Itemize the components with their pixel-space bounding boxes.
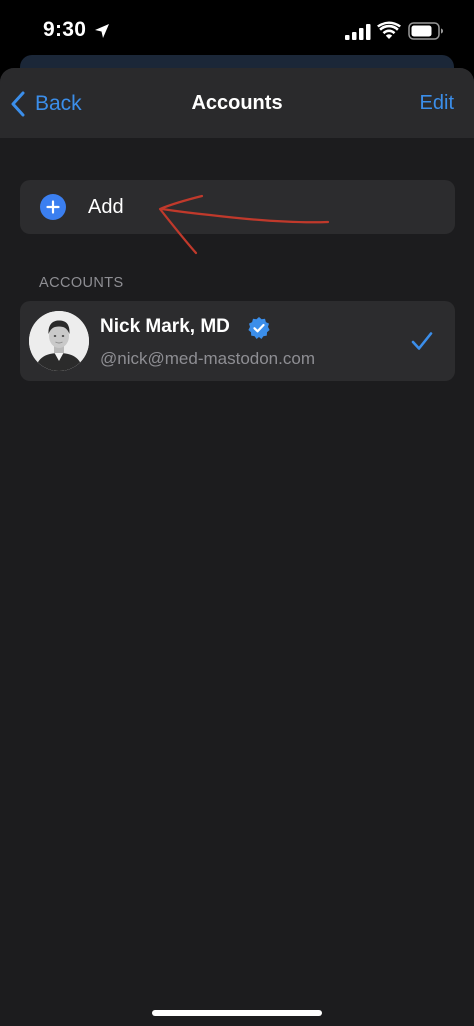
status-time: 9:30 [43,18,87,41]
add-account-button[interactable]: Add [20,180,455,234]
account-handle: @nick@med-mastodon.com [100,349,315,368]
account-name: Nick Mark, MD [100,316,230,337]
plus-circle-icon [40,194,66,220]
battery-icon [408,22,443,40]
location-arrow-icon [95,24,109,38]
edit-button[interactable]: Edit [420,92,454,115]
accounts-sheet: Back Accounts Edit Add ACCOUNTS Nick Mar… [0,68,474,1026]
add-label: Add [88,196,124,218]
page-title: Accounts [191,92,283,114]
cellular-signal-icon [345,24,371,40]
verified-badge-icon [248,317,270,339]
status-bar: 9:30 [0,0,474,62]
checkmark-icon [411,332,433,350]
wifi-icon [377,21,401,39]
navigation-bar: Back Accounts Edit [0,68,474,138]
account-row[interactable]: Nick Mark, MD @nick@med-mastodon.com [20,301,455,381]
home-indicator[interactable] [152,1010,322,1016]
avatar [29,311,89,371]
screen: 9:30 Back Accounts Edit Add ACCOUNTS Nic… [0,0,474,1026]
accounts-section-header: ACCOUNTS [39,275,124,291]
